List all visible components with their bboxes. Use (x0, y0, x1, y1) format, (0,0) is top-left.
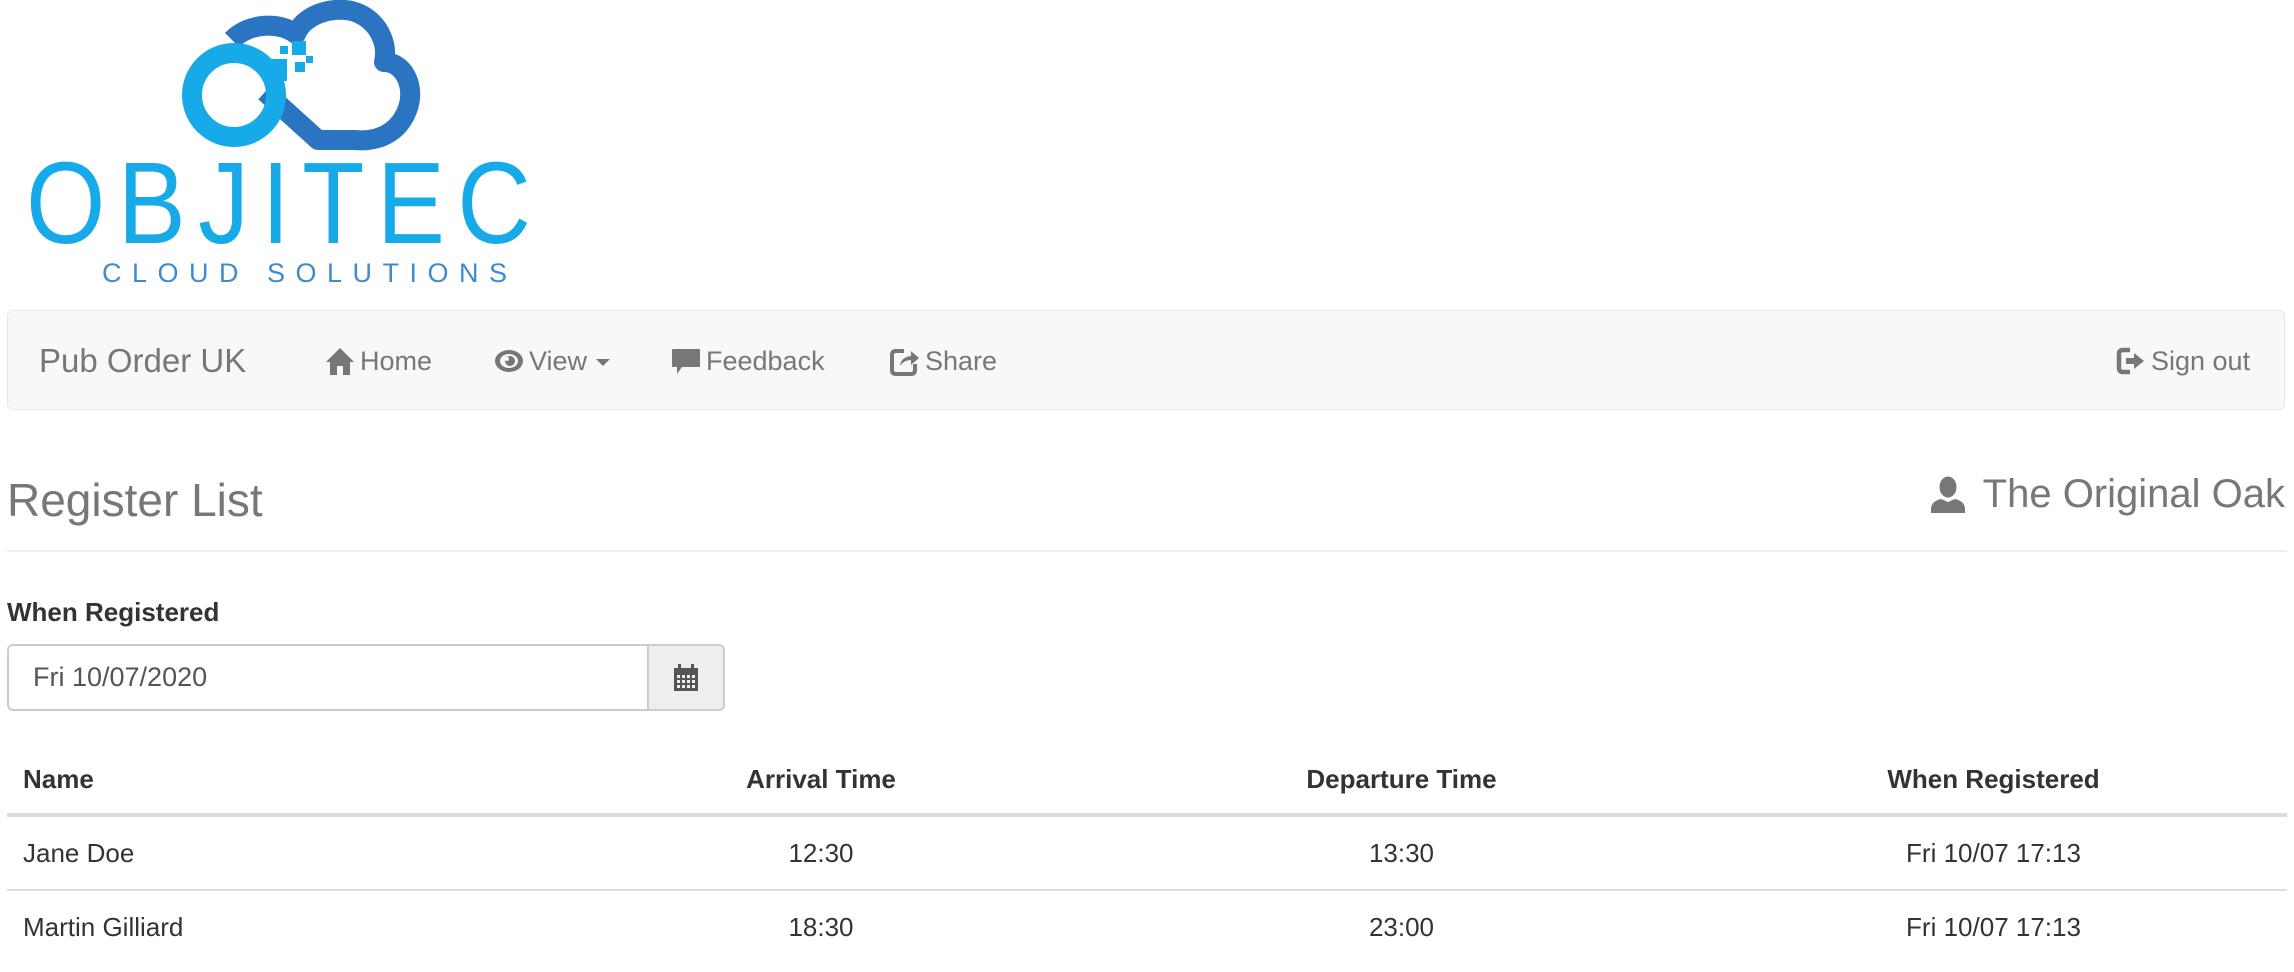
home-icon (326, 348, 354, 375)
header-divider (7, 550, 2287, 552)
cell-arrival: 12:30 (788, 837, 854, 868)
nav-share-label: Share (925, 346, 998, 376)
cell-registered: Fri 10/07 17:13 (1700, 889, 2287, 963)
nav-view-label: View (529, 346, 588, 376)
logo-wordmark: OBJITEC (26, 138, 544, 268)
eye-icon (495, 350, 523, 372)
venue-indicator: The Original Oak (1929, 468, 2285, 520)
venue-name: The Original Oak (1982, 472, 2285, 516)
column-header-arrival: Arrival Time (539, 746, 1103, 817)
table-row: Martin Gilliard 18:30 23:00 Fri 10/07 17… (7, 889, 2287, 963)
sign-out-label: Sign out (2151, 346, 2251, 376)
nav-home-label: Home (360, 346, 433, 376)
nav-view-dropdown[interactable]: View (494, 343, 611, 379)
nav-feedback[interactable]: Feedback (671, 343, 825, 379)
nav-share[interactable]: Share (890, 343, 997, 379)
cell-departure: 13:30 (1368, 837, 1435, 868)
nav-feedback-label: Feedback (706, 346, 825, 376)
logo-tagline: CLOUD SOLUTIONS (102, 258, 518, 288)
date-picker (7, 644, 725, 711)
cell-name: Martin Gilliard (7, 889, 539, 963)
calendar-button[interactable] (647, 644, 725, 711)
navbar: Pub Order UK Home View Feedback Share Si… (7, 310, 2285, 410)
page-title: Register List (7, 474, 263, 526)
caret-down-icon (596, 359, 611, 366)
share-icon (890, 349, 919, 376)
cloud-infinity-logo-icon (182, 0, 421, 151)
date-input[interactable] (7, 644, 647, 711)
cell-registered: Fri 10/07 17:13 (1906, 837, 2081, 868)
sign-out-icon (2116, 347, 2144, 375)
navbar-brand[interactable]: Pub Order UK (39, 341, 246, 381)
table-header-row: Name Arrival Time Departure Time When Re… (7, 746, 2287, 817)
column-header-registered: When Registered (1700, 746, 2287, 817)
column-header-departure: Departure Time (1103, 746, 1700, 817)
user-icon (1930, 476, 1965, 513)
comment-icon (672, 349, 700, 374)
company-logo: OBJITEC CLOUD SOLUTIONS (0, 0, 600, 300)
cell-name: Jane Doe (23, 837, 135, 868)
column-header-name: Name (7, 746, 539, 817)
register-table: Name Arrival Time Departure Time When Re… (7, 746, 2287, 963)
cell-arrival: 18:30 (539, 889, 1103, 963)
cell-departure: 23:00 (1103, 889, 1700, 963)
calendar-icon (674, 663, 698, 691)
nav-home[interactable]: Home (325, 343, 432, 379)
sign-out-button[interactable]: Sign out (2116, 343, 2250, 379)
when-registered-label: When Registered (7, 597, 220, 627)
table-row: Jane Doe 12:30 13:30 Fri 10/07 17:13 (7, 815, 2287, 890)
